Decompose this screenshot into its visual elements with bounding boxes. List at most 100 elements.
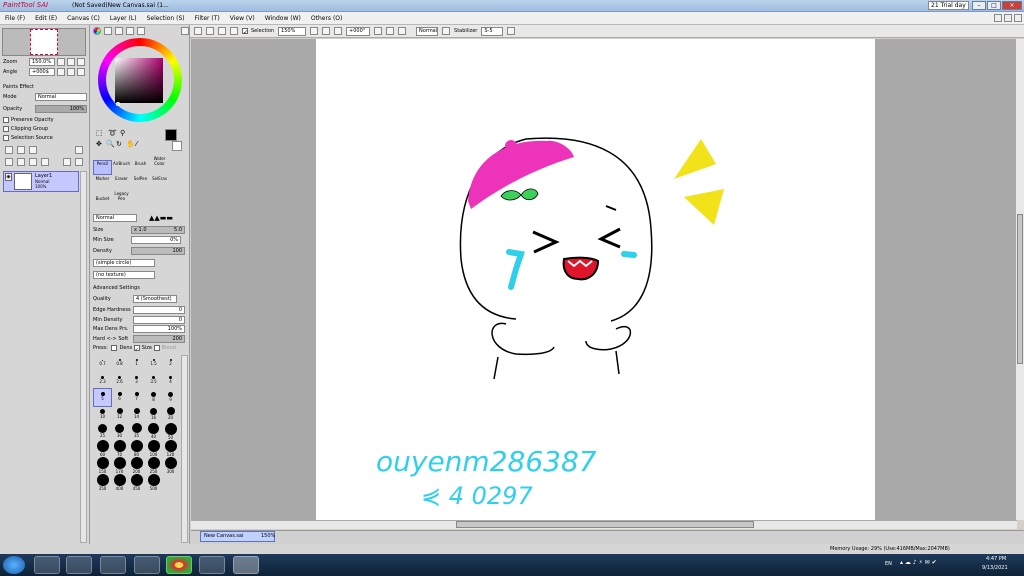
- menu-edit[interactable]: Edit (E): [35, 15, 57, 22]
- minimize-button[interactable]: –: [972, 1, 986, 10]
- rotate-right-button[interactable]: [386, 27, 395, 35]
- brush-size-cell[interactable]: 3: [128, 372, 145, 389]
- canvas-paper[interactable]: ouyenm286387 ⋞ 4 0297: [316, 39, 875, 520]
- undo-button[interactable]: [194, 27, 202, 35]
- menu-selection[interactable]: Selection (S): [147, 15, 185, 22]
- color-wheel-tab[interactable]: [93, 27, 101, 35]
- clock-date[interactable]: 9/13/2021: [982, 565, 1008, 571]
- max-dens-slider[interactable]: 100%: [133, 325, 185, 333]
- advanced-settings-header[interactable]: Advanced Settings: [93, 284, 140, 293]
- menu-window[interactable]: Window (W): [265, 15, 301, 22]
- delete-layer-button[interactable]: [41, 158, 49, 166]
- brush-size-cell[interactable]: 1: [128, 355, 145, 372]
- brush-minsize-slider[interactable]: 0%: [131, 236, 181, 244]
- eye-icon[interactable]: ◉: [5, 173, 12, 181]
- brush-size-cell[interactable]: 500: [145, 474, 162, 491]
- brush-size-cell[interactable]: 100: [145, 440, 162, 457]
- new-linework-button[interactable]: [29, 146, 37, 154]
- brush-size-cell[interactable]: 6: [111, 389, 128, 406]
- system-tray-icons[interactable]: ▴ ☁ ♪ ⚡ ✉ ✔: [900, 559, 978, 569]
- mdi-minimize-button[interactable]: [994, 14, 1002, 22]
- zoom-reset-button[interactable]: [334, 27, 343, 35]
- press-size-checkbox[interactable]: ✓: [133, 344, 140, 353]
- brush-size-cell[interactable]: 8: [145, 389, 162, 406]
- hsv-slider-tab[interactable]: [115, 27, 123, 35]
- brush-size-cell[interactable]: 25: [94, 423, 111, 440]
- redo-button[interactable]: [206, 27, 214, 35]
- brush-size-cell[interactable]: 250: [145, 457, 162, 474]
- nav-zoom-in[interactable]: [67, 58, 75, 66]
- vertical-scrollbar[interactable]: [1016, 39, 1024, 520]
- tool-watercolor[interactable]: Water Color: [150, 156, 169, 171]
- press-dens-checkbox[interactable]: [111, 344, 118, 351]
- move-icon[interactable]: ✥: [96, 140, 102, 148]
- tool-legacy-pen[interactable]: Legacy Pen: [112, 191, 131, 206]
- tool-airbrush[interactable]: AirBrush: [112, 161, 131, 176]
- brush-size-cell[interactable]: 200: [128, 457, 145, 474]
- rotate-icon[interactable]: ↻: [116, 140, 122, 148]
- deselect-button[interactable]: [218, 27, 226, 35]
- brush-size-cell[interactable]: 16: [145, 406, 162, 423]
- nav-rot-left[interactable]: [57, 68, 65, 76]
- layer-item[interactable]: ◉ Layer1 Normal 100%: [3, 171, 79, 192]
- selection-checkbox[interactable]: ✓: [242, 28, 248, 36]
- zoom-in-button[interactable]: [322, 27, 331, 35]
- brush-size-cell[interactable]: 80: [128, 440, 145, 457]
- brush-size-cell[interactable]: 70: [111, 440, 128, 457]
- paints-effect-header[interactable]: Paints Effect: [3, 83, 34, 92]
- menu-file[interactable]: File (F): [5, 15, 25, 22]
- brush-size-cell[interactable]: 2.6: [111, 372, 128, 389]
- clock-time[interactable]: 4:47 PM: [986, 556, 1006, 562]
- layer-paste-button[interactable]: [75, 158, 83, 166]
- layer-menu-button[interactable]: [75, 146, 83, 154]
- hand-icon[interactable]: ✋: [126, 140, 135, 148]
- language-indicator[interactable]: EN: [885, 561, 892, 567]
- brush-size-cell[interactable]: 2.3: [94, 372, 111, 389]
- brush-size-cell[interactable]: 350: [94, 474, 111, 491]
- mdi-restore-button[interactable]: [1004, 14, 1012, 22]
- brush-size-cell[interactable]: 35: [128, 423, 145, 440]
- color-picker-cursor[interactable]: [116, 102, 120, 106]
- brush-size-cell[interactable]: 150: [94, 457, 111, 474]
- tool-bucket[interactable]: Bucket: [93, 196, 112, 211]
- selection-source-option[interactable]: Selection Source: [3, 134, 53, 143]
- brush-size-cell[interactable]: 20: [162, 406, 179, 423]
- menu-canvas[interactable]: Canvas (C): [67, 15, 100, 22]
- clipping-group-option[interactable]: Clipping Group: [3, 125, 48, 134]
- brush-texture-select[interactable]: (no texture): [93, 271, 155, 279]
- min-density-slider[interactable]: 0: [133, 316, 185, 324]
- maximize-button[interactable]: □: [987, 1, 1001, 10]
- brush-size-cell[interactable]: 170: [111, 457, 128, 474]
- mdi-close-button[interactable]: [1014, 14, 1022, 22]
- mode-toggle-button[interactable]: [442, 27, 451, 35]
- brush-size-cell[interactable]: 9: [162, 389, 179, 406]
- brush-size-cell[interactable]: 50: [162, 423, 179, 440]
- stabilizer-select[interactable]: S-5: [481, 26, 504, 36]
- nav-zoom-field[interactable]: 150.0%: [29, 58, 55, 66]
- menu-layer[interactable]: Layer (L): [110, 15, 137, 22]
- brush-size-cell[interactable]: 400: [111, 474, 128, 491]
- new-layer-button[interactable]: [5, 146, 13, 154]
- rect-select-icon[interactable]: ⬚: [96, 129, 103, 137]
- transfer-down-button[interactable]: [5, 158, 13, 166]
- rotate-left-button[interactable]: [374, 27, 383, 35]
- color-panel-menu[interactable]: [181, 27, 189, 35]
- brush-size-cell[interactable]: 300: [162, 457, 179, 474]
- nav-rot-right[interactable]: [67, 68, 75, 76]
- menu-view[interactable]: View (V): [230, 15, 255, 22]
- brush-size-cell[interactable]: 5: [93, 388, 112, 407]
- nav-zoom-out[interactable]: [57, 58, 65, 66]
- tool-seleras[interactable]: SelEras: [150, 176, 169, 191]
- layer-mode-select[interactable]: Normal: [35, 93, 87, 101]
- brush-size-cell[interactable]: 2: [162, 355, 179, 372]
- tool-brush[interactable]: Brush: [131, 161, 150, 176]
- quality-select[interactable]: 4 (Smoothest): [133, 295, 177, 303]
- nav-angle-field[interactable]: +000$: [29, 68, 55, 76]
- tool-marker[interactable]: Marker: [93, 176, 112, 191]
- start-button[interactable]: [3, 556, 25, 574]
- invert-selection-button[interactable]: [230, 27, 238, 35]
- brush-size-cell[interactable]: 40: [145, 423, 162, 440]
- brush-size-cell[interactable]: 0.7: [94, 355, 111, 372]
- media-player-taskbar-icon[interactable]: [66, 556, 92, 574]
- brush-size-cell[interactable]: 120: [162, 440, 179, 457]
